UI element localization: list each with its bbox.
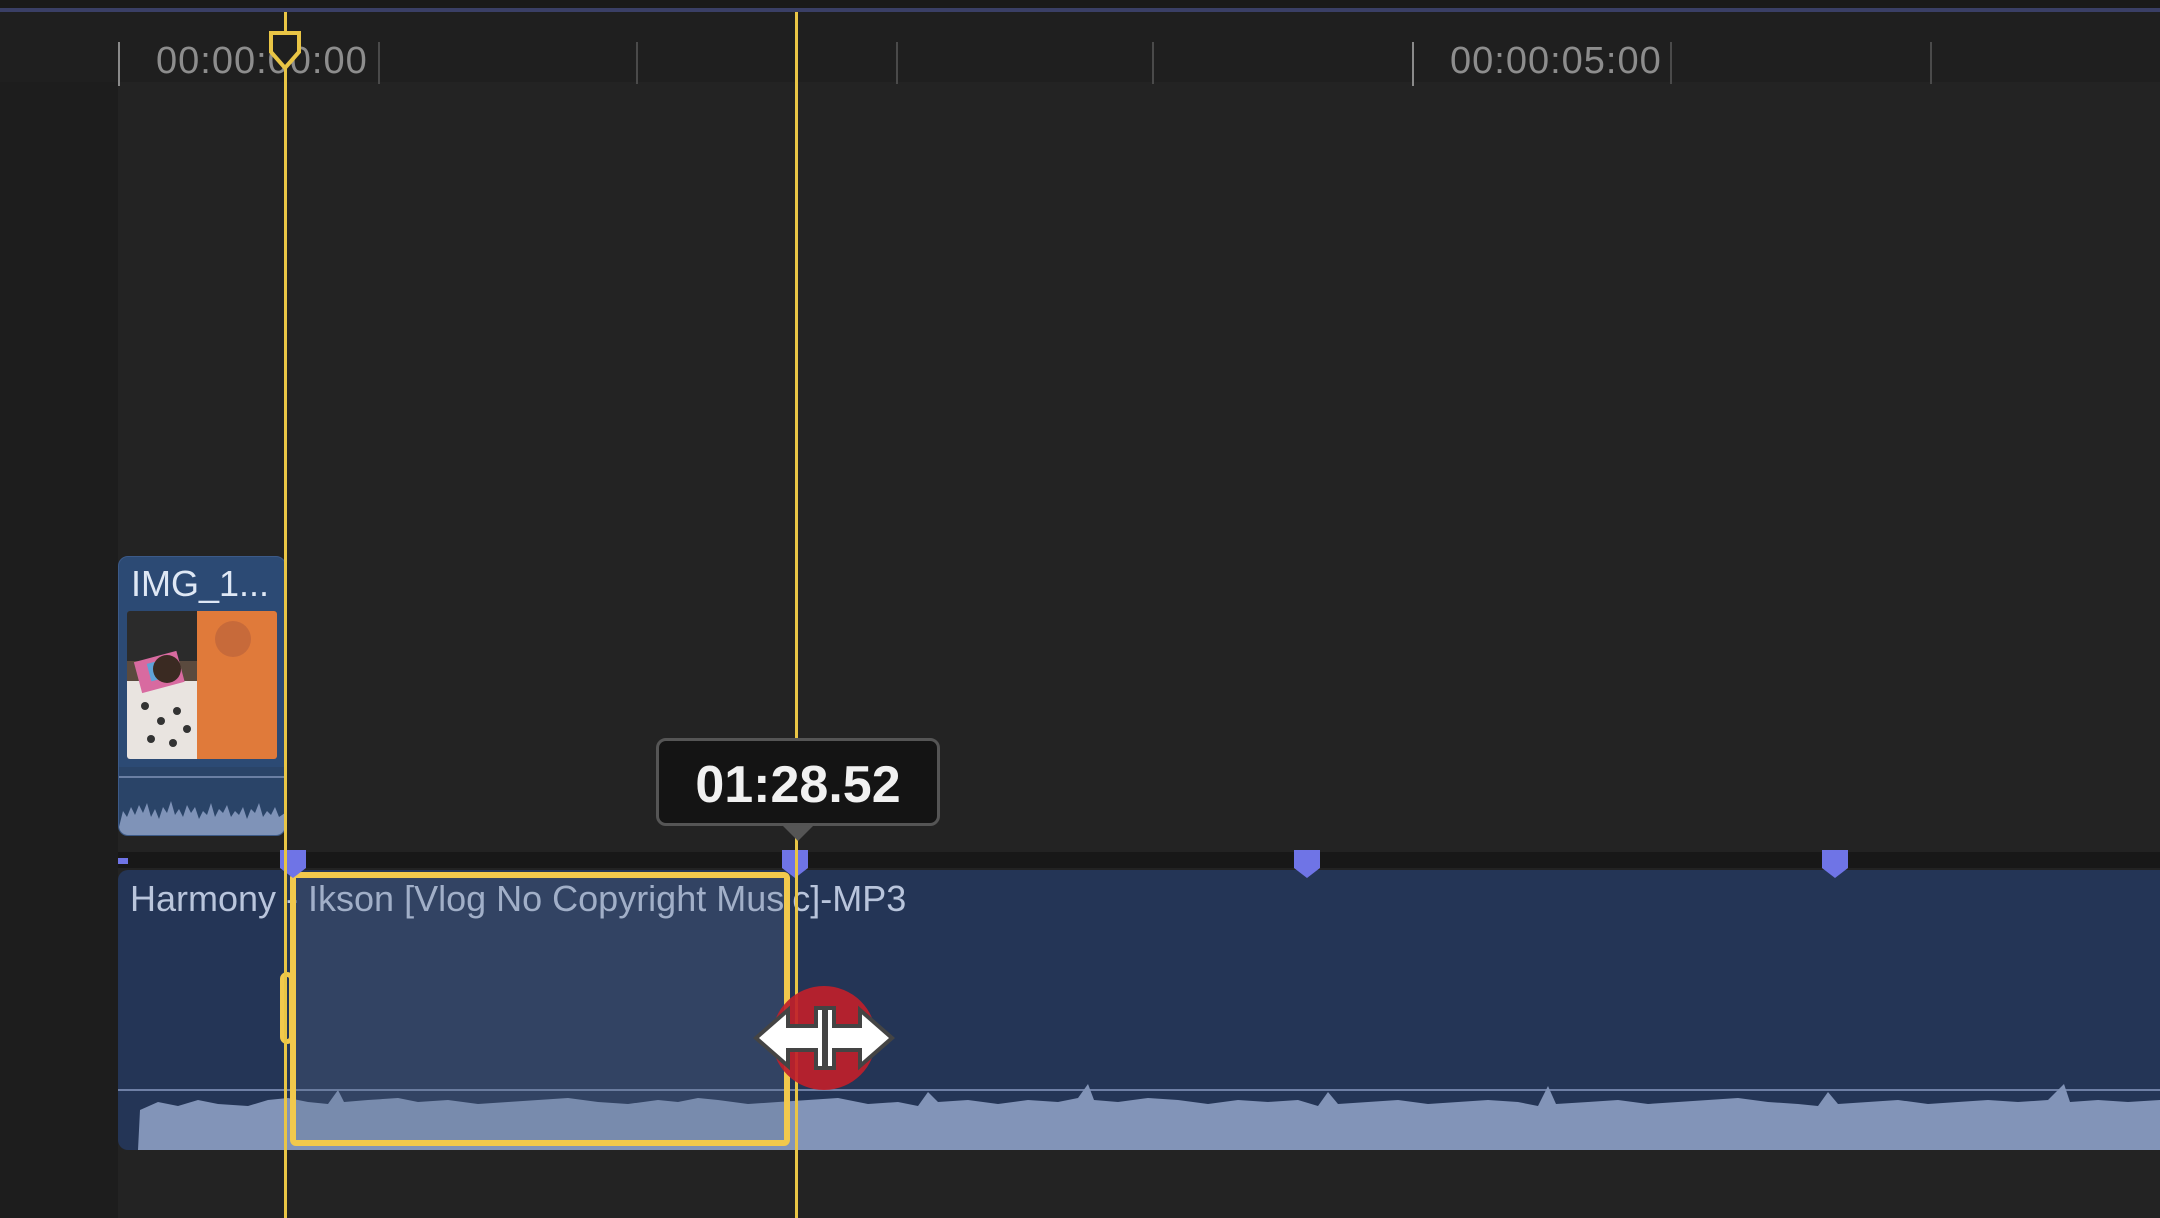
audio-marker-bar	[118, 852, 2160, 868]
ruler-timecode-start: 00:00:00:00	[156, 40, 368, 82]
marker-icon[interactable]	[1820, 848, 1850, 880]
timeline-ruler[interactable]: 00:00:00:00 00:00:05:00	[0, 12, 2160, 86]
range-selection[interactable]	[290, 872, 790, 1146]
range-start-handle[interactable]	[280, 972, 294, 1044]
marker-icon[interactable]	[278, 848, 308, 880]
ruler-tick	[378, 42, 380, 84]
playhead-line[interactable]	[284, 12, 287, 1218]
ruler-tick	[636, 42, 638, 84]
tooltip-arrow	[780, 823, 816, 841]
trim-duration-tooltip: 01:28.52	[656, 738, 940, 826]
resize-horizontal-icon	[748, 980, 900, 1090]
ruler-major-tick	[1412, 42, 1414, 86]
video-clip[interactable]: IMG_1...	[118, 556, 286, 836]
ruler-tick	[1930, 42, 1932, 84]
marker-icon[interactable]	[1292, 848, 1322, 880]
video-clip-thumbnail	[127, 611, 277, 759]
ruler-major-tick	[118, 42, 120, 86]
video-clip-label: IMG_1...	[131, 563, 270, 604]
ruler-tick	[1670, 42, 1672, 84]
track-header-gutter	[0, 12, 118, 1218]
playhead-icon[interactable]	[268, 30, 302, 72]
marker-bar-indicator	[118, 858, 128, 864]
window-top-edge	[0, 0, 2160, 8]
ruler-timecode-mid: 00:00:05:00	[1450, 40, 1662, 82]
ruler-tick	[896, 42, 898, 84]
ruler-tick	[1152, 42, 1154, 84]
video-clip-waveform	[119, 767, 285, 835]
